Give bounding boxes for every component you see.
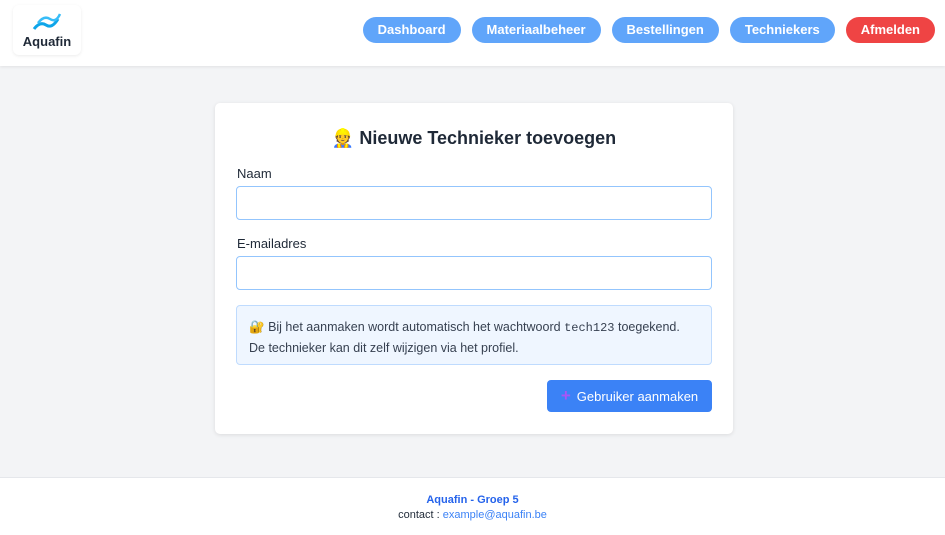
contact-email-link[interactable]: example@aquafin.be: [443, 509, 547, 521]
logo-waves-icon: [32, 13, 62, 30]
password-info-box: 🔐 Bij het aanmaken wordt automatisch het…: [236, 305, 712, 365]
info-text: Bij het aanmaken wordt automatisch het w…: [268, 320, 561, 334]
add-technician-form: 👷 Nieuwe Technieker toevoegen Naam E-mai…: [215, 103, 733, 434]
main-nav: Dashboard Materiaalbeheer Bestellingen T…: [362, 17, 935, 43]
footer: Aquafin - Groep 5 contact : example@aqua…: [0, 477, 945, 535]
name-input[interactable]: [236, 186, 712, 220]
contact-label: contact :: [398, 509, 440, 521]
header: Aquafin Dashboard Materiaalbeheer Bestel…: [0, 0, 945, 66]
nav-techniekers[interactable]: Techniekers: [729, 17, 835, 43]
email-label: E-mailadres: [237, 236, 307, 251]
create-user-button[interactable]: + Gebruiker aanmaken: [547, 380, 712, 412]
plus-icon: +: [560, 386, 571, 405]
nav-materiaalbeheer[interactable]: Materiaalbeheer: [471, 17, 601, 43]
nav-bestellingen[interactable]: Bestellingen: [611, 17, 719, 43]
logout-button[interactable]: Afmelden: [845, 17, 935, 43]
default-password: tech123: [564, 321, 615, 335]
form-title-text: Nieuwe Technieker toevoegen: [359, 128, 617, 148]
create-user-label: Gebruiker aanmaken: [576, 388, 699, 404]
form-title: 👷 Nieuwe Technieker toevoegen: [215, 128, 733, 149]
nav-dashboard[interactable]: Dashboard: [362, 17, 461, 43]
info-text-end: toegekend.: [617, 320, 680, 334]
logo[interactable]: Aquafin: [13, 5, 81, 55]
info-text-line2: De technieker kan dit zelf wijzigen via …: [249, 341, 519, 355]
logo-text: Aquafin: [22, 34, 72, 49]
name-label: Naam: [237, 166, 272, 181]
footer-title: Aquafin - Groep 5: [426, 494, 519, 506]
worker-icon: 👷: [331, 128, 355, 148]
lock-icon: 🔐: [249, 320, 265, 334]
email-input[interactable]: [236, 256, 712, 290]
